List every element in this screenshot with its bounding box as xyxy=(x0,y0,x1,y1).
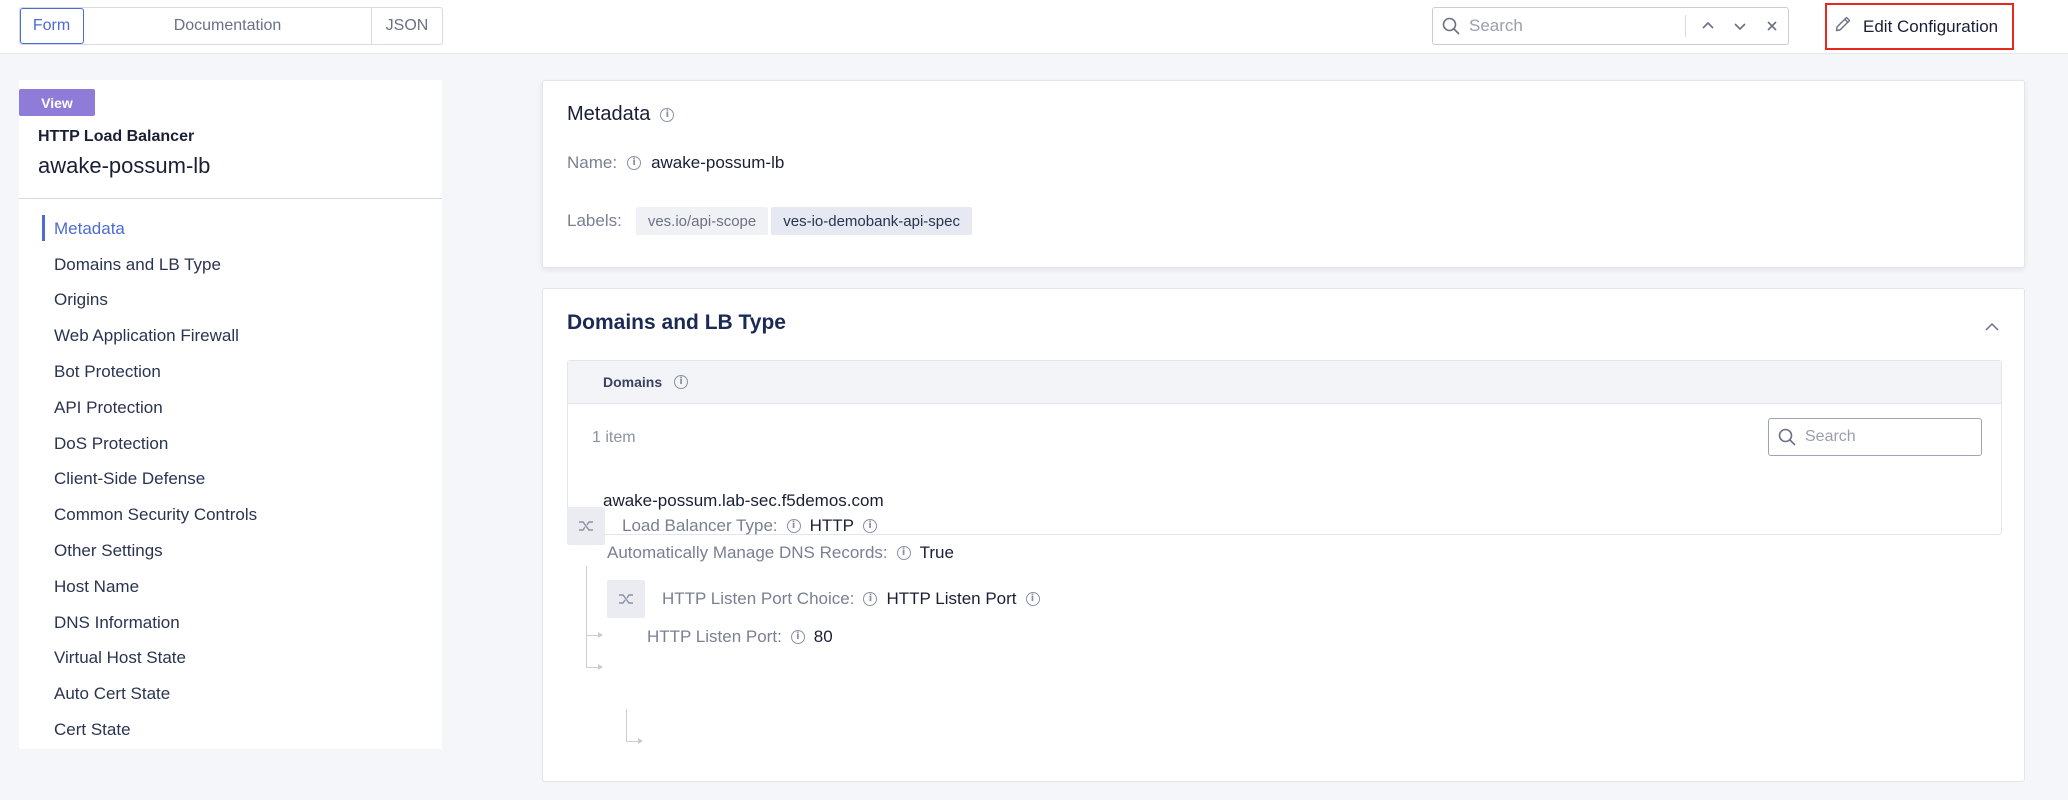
top-search-box[interactable]: Search xyxy=(1432,7,1789,45)
branch-icon xyxy=(567,507,605,545)
tree-line xyxy=(626,709,627,741)
port-choice-label: HTTP Listen Port Choice: xyxy=(662,589,855,608)
metadata-title: Metadata i xyxy=(567,103,675,126)
search-input[interactable]: Search xyxy=(1469,16,1685,36)
port-choice-value: HTTP Listen Port xyxy=(886,589,1017,608)
port-choice-row: HTTP Listen Port Choice: i HTTP Listen P… xyxy=(607,580,1040,618)
domains-header-label: Domains xyxy=(603,374,663,390)
name-value: awake-possum-lb xyxy=(651,153,785,172)
nav-item-common-security-controls[interactable]: Common Security Controls xyxy=(19,497,442,533)
nav-item-virtual-host-state[interactable]: Virtual Host State xyxy=(19,641,442,677)
nav-item-host-name[interactable]: Host Name xyxy=(19,569,442,605)
branch-icon xyxy=(607,580,645,618)
nav-item-dns-information[interactable]: DNS Information xyxy=(19,605,442,641)
domains-lb-card: Domains and LB Type Domains i 1 item Sea… xyxy=(542,288,2025,782)
nav-item-api-protection[interactable]: API Protection xyxy=(19,390,442,426)
close-icon[interactable] xyxy=(1756,8,1788,44)
search-icon xyxy=(1769,427,1805,447)
object-name: awake-possum-lb xyxy=(38,153,211,178)
tree-arrow xyxy=(598,632,603,638)
domains-lb-title: Domains and LB Type xyxy=(567,311,786,334)
name-field: Name: i awake-possum-lb xyxy=(567,153,784,173)
port-row: HTTP Listen Port: i 80 xyxy=(647,627,833,647)
dns-row: Automatically Manage DNS Records: i True xyxy=(607,543,954,563)
nav-item-auto-cert-state[interactable]: Auto Cert State xyxy=(19,676,442,712)
info-icon[interactable]: i xyxy=(863,519,878,533)
chevron-up-icon[interactable] xyxy=(1692,8,1724,44)
top-bar: Form Documentation JSON Search Edit Conf… xyxy=(0,0,2068,54)
lb-type-label: Load Balancer Type: xyxy=(622,516,778,535)
port-value: 80 xyxy=(813,627,833,646)
tab-documentation[interactable]: Documentation xyxy=(84,8,372,44)
chevron-down-icon[interactable] xyxy=(1724,8,1756,44)
metadata-title-text: Metadata xyxy=(567,103,651,125)
label-value-chip: ves-io-demobank-api-spec xyxy=(771,207,972,235)
nav-item-waf[interactable]: Web Application Firewall xyxy=(19,318,442,354)
item-count: 1 item xyxy=(592,429,636,446)
nav-item-domains-lb-type[interactable]: Domains and LB Type xyxy=(19,247,442,283)
info-icon[interactable]: i xyxy=(863,592,878,606)
info-icon[interactable]: i xyxy=(896,546,911,560)
nav-item-metadata[interactable]: Metadata xyxy=(19,211,442,247)
section-nav: Metadata Domains and LB Type Origins Web… xyxy=(19,211,442,748)
view-tabs: Form Documentation JSON xyxy=(19,7,443,45)
dns-value: True xyxy=(919,543,954,562)
chevron-up-icon[interactable] xyxy=(1982,317,2002,337)
nav-item-dos-protection[interactable]: DoS Protection xyxy=(19,426,442,462)
view-badge: View xyxy=(19,89,95,116)
tree-arrow xyxy=(638,738,643,744)
tab-form[interactable]: Form xyxy=(20,8,84,44)
labels-field: Labels: ves.io/api-scope ves-io-demobank… xyxy=(567,207,972,235)
nav-item-other-settings[interactable]: Other Settings xyxy=(19,533,442,569)
info-icon[interactable]: i xyxy=(660,107,675,122)
domains-search-input[interactable]: Search xyxy=(1805,428,1856,446)
info-icon[interactable]: i xyxy=(627,156,642,170)
divider xyxy=(1685,15,1686,37)
info-icon[interactable]: i xyxy=(1025,592,1040,606)
tab-json[interactable]: JSON xyxy=(372,8,442,44)
dns-label: Automatically Manage DNS Records: xyxy=(607,543,888,562)
edit-configuration-label: Edit Configuration xyxy=(1863,16,1999,36)
info-icon[interactable]: i xyxy=(674,375,689,389)
object-type: HTTP Load Balancer xyxy=(38,128,195,145)
metadata-card: Metadata i Name: i awake-possum-lb Label… xyxy=(542,80,2025,268)
pencil-icon xyxy=(1833,14,1853,39)
tree-line xyxy=(586,566,587,667)
domains-header: Domains i xyxy=(568,361,2001,404)
labels-label: Labels: xyxy=(567,211,622,230)
name-label: Name: xyxy=(567,153,618,172)
nav-item-bot-protection[interactable]: Bot Protection xyxy=(19,354,442,390)
nav-item-cert-state[interactable]: Cert State xyxy=(19,712,442,748)
lb-type-value: HTTP xyxy=(809,516,855,535)
search-icon xyxy=(1433,8,1469,44)
domains-search-box[interactable]: Search xyxy=(1768,418,1982,456)
sidebar: View HTTP Load Balancer awake-possum-lb … xyxy=(19,80,442,749)
tree-arrow xyxy=(598,664,603,670)
info-icon[interactable]: i xyxy=(790,630,805,644)
nav-item-client-side-defense[interactable]: Client-Side Defense xyxy=(19,462,442,498)
nav-item-origins[interactable]: Origins xyxy=(19,283,442,319)
edit-configuration-button[interactable]: Edit Configuration xyxy=(1825,3,2014,50)
info-icon[interactable]: i xyxy=(786,519,801,533)
port-label: HTTP Listen Port: xyxy=(647,627,782,646)
divider xyxy=(19,198,442,199)
lb-type-row: Load Balancer Type: i HTTP i xyxy=(567,507,878,545)
label-key-chip: ves.io/api-scope xyxy=(635,207,769,235)
